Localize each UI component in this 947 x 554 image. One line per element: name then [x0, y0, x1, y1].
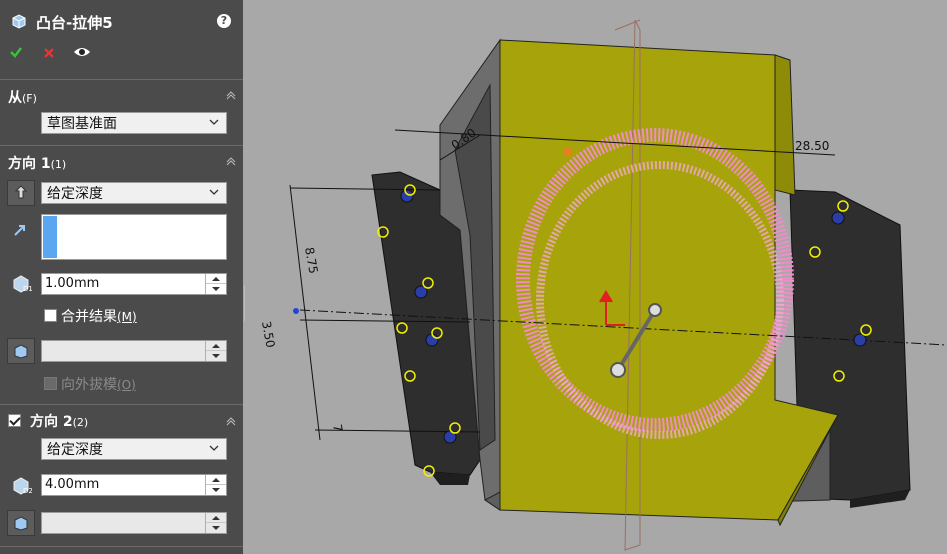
extrude-feature-icon: [10, 12, 28, 30]
depth-spinner[interactable]: [205, 475, 226, 495]
divider: [0, 404, 243, 405]
direction2-checkbox[interactable]: [8, 414, 21, 427]
chevron-down-icon: [209, 189, 219, 195]
chevron-down-icon: [209, 445, 219, 451]
direction1-end-condition-dropdown[interactable]: 给定深度: [41, 182, 227, 204]
chevron-down-icon: [209, 119, 219, 125]
direction2-section-title[interactable]: 方向 2(2): [30, 411, 88, 431]
draft-spinner[interactable]: [205, 341, 226, 361]
merge-result-label: 合并结果(M): [61, 309, 137, 325]
draft-angle-input[interactable]: [41, 512, 227, 534]
draft-icon: [14, 516, 28, 531]
check-icon: [10, 47, 22, 58]
depth-spinner[interactable]: [205, 274, 226, 294]
divider: [0, 79, 243, 80]
dimension-label[interactable]: 7: [330, 423, 345, 433]
draft-icon: [14, 344, 28, 359]
draft-angle-input[interactable]: [41, 340, 227, 362]
draft-outward-checkbox: [44, 377, 57, 390]
draft-outward-label: 向外拔模(O): [61, 377, 136, 393]
help-icon[interactable]: ?: [217, 14, 231, 28]
direction-vector-icon: [12, 222, 28, 242]
sketch-point[interactable]: [564, 148, 572, 156]
reverse-direction-icon: [14, 185, 28, 199]
from-section-title[interactable]: 从(F): [8, 87, 37, 107]
feature-title: 凸台-拉伸5: [36, 14, 113, 32]
depth-icon: D1: [10, 274, 33, 298]
draft-toggle-button[interactable]: [7, 510, 35, 536]
cancel-button[interactable]: [43, 44, 55, 63]
graphics-viewport[interactable]: 0.80 28.50 8.75 3.50 7: [245, 0, 947, 554]
eye-icon: [74, 48, 90, 56]
divider: [0, 546, 243, 547]
sketch-point[interactable]: [293, 308, 299, 314]
selection-highlight: [43, 216, 57, 258]
preview-button[interactable]: [73, 44, 91, 63]
direction2-end-condition-dropdown[interactable]: 给定深度: [41, 438, 227, 460]
direction-vector-selection-box[interactable]: [41, 214, 227, 260]
svg-text:D1: D1: [23, 285, 32, 293]
svg-text:D2: D2: [23, 487, 32, 495]
property-manager-panel: 凸台-拉伸5 ? 从(F) 草图基准面 方向 1(1) 给定深度 D1 1.00…: [0, 0, 243, 554]
dimension-label[interactable]: 8.75: [302, 246, 320, 275]
collapse-chevron-icon[interactable]: [226, 90, 236, 100]
dimension-label[interactable]: 28.50: [795, 139, 829, 153]
draft-spinner[interactable]: [205, 513, 226, 533]
model-view[interactable]: 0.80 28.50 8.75 3.50 7: [245, 0, 947, 554]
dimension-label[interactable]: 3.50: [259, 320, 277, 349]
from-dropdown[interactable]: 草图基准面: [41, 112, 227, 134]
collapse-chevron-icon[interactable]: [226, 156, 236, 166]
divider: [0, 145, 243, 146]
merge-result-checkbox[interactable]: [44, 309, 57, 322]
collapse-chevron-icon[interactable]: [226, 416, 236, 426]
reverse-direction-button[interactable]: [7, 180, 35, 206]
direction2-depth-input[interactable]: 4.00mm: [41, 474, 227, 496]
direction1-depth-input[interactable]: 1.00mm: [41, 273, 227, 295]
selected-face[interactable]: [499, 39, 839, 527]
depth-icon: D2: [10, 476, 33, 500]
direction1-section-title[interactable]: 方向 1(1): [8, 153, 66, 173]
ok-button[interactable]: [9, 44, 23, 63]
draft-toggle-button[interactable]: [7, 338, 35, 364]
x-icon: [44, 48, 54, 58]
